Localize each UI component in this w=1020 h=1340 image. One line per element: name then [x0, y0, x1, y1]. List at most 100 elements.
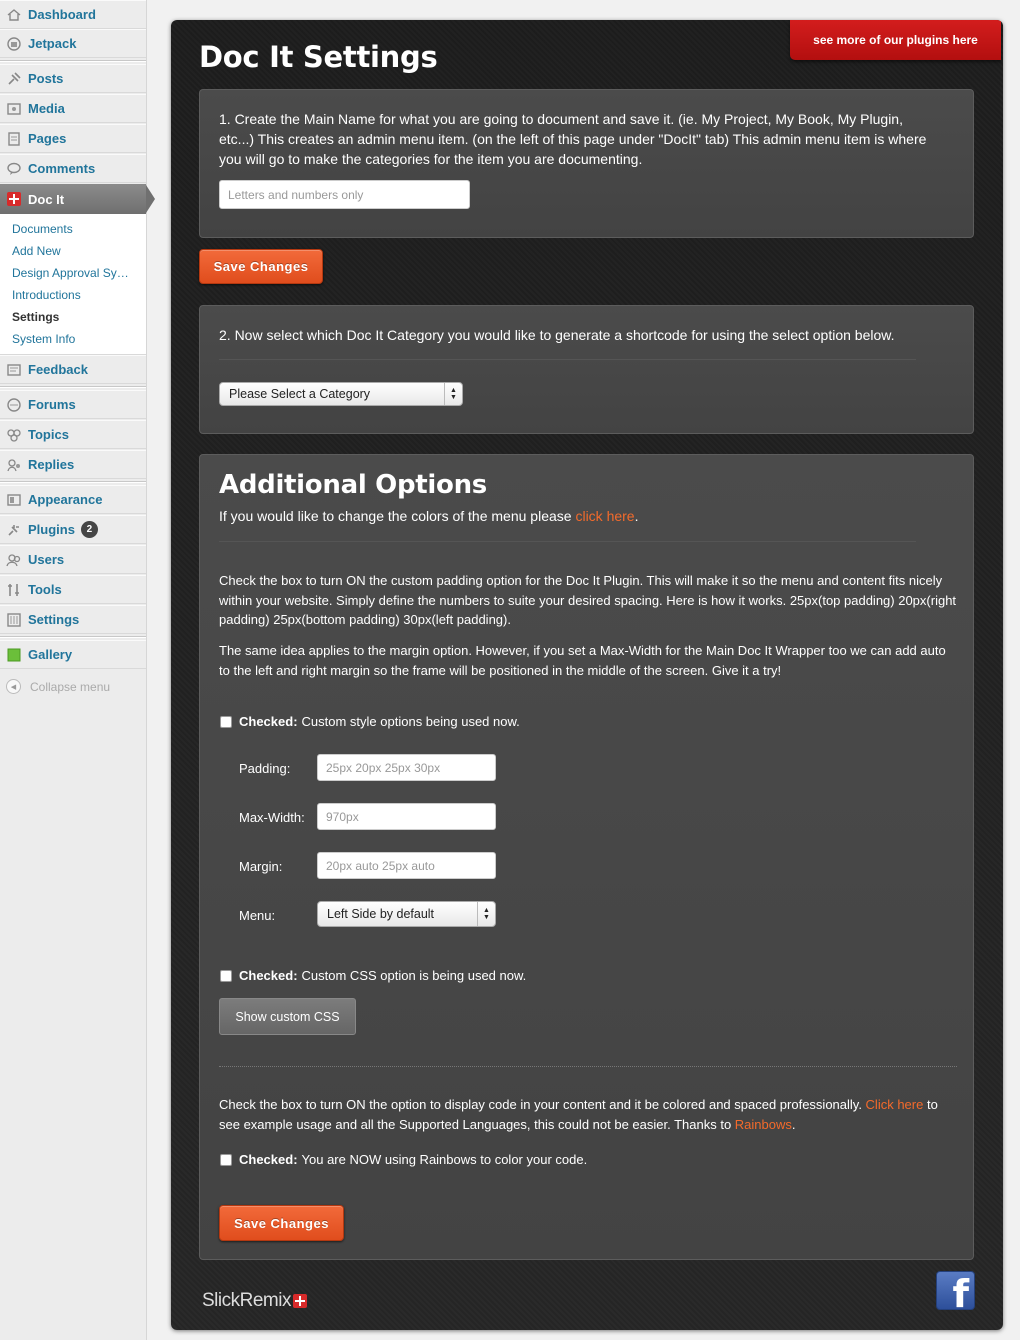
feedback-icon — [6, 362, 22, 378]
sidebar-item-dashboard[interactable]: Dashboard — [0, 0, 146, 29]
see-more-plugins-link[interactable]: see more of our plugins here — [790, 20, 1001, 60]
sidebar-separator — [0, 60, 146, 62]
sidebar-item-label: Jetpack — [28, 36, 77, 51]
sidebar-item-replies[interactable]: Replies — [0, 450, 146, 479]
sidebar-item-pages[interactable]: Pages — [0, 124, 146, 153]
margin-input[interactable]: 20px auto 25px auto — [317, 852, 496, 879]
main-name-input[interactable]: Letters and numbers only — [219, 180, 470, 209]
menu-position-value: Left Side by default — [327, 907, 435, 921]
forums-icon — [6, 397, 22, 413]
facebook-glyph: f — [952, 1272, 969, 1310]
sidebar-item-feedback[interactable]: Feedback — [0, 355, 146, 384]
divider — [219, 541, 916, 542]
jetpack-icon — [6, 36, 22, 52]
submenu-item-settings[interactable]: Settings — [12, 310, 59, 324]
sidebar-item-media[interactable]: Media — [0, 94, 146, 123]
sidebar-separator — [0, 636, 146, 638]
slickremix-cross-icon — [292, 1294, 307, 1308]
sidebar-separator — [0, 386, 146, 388]
sidebar-item-topics[interactable]: Topics — [0, 420, 146, 449]
margin-description: The same idea applies to the margin opti… — [219, 643, 946, 678]
menu-colors-link[interactable]: click here — [575, 508, 634, 524]
slickremix-logo-text: SlickRemix — [202, 1290, 291, 1311]
menu-position-select[interactable]: Left Side by default ▲ ▼ — [317, 901, 496, 927]
custom-css-checkbox[interactable] — [220, 969, 232, 982]
category-select[interactable]: Please Select a Category ▲ ▼ — [219, 382, 463, 406]
sidebar-item-label: Posts — [28, 71, 64, 86]
divider — [219, 1066, 957, 1067]
plugins-icon — [6, 522, 22, 538]
sidebar-item-users[interactable]: Users — [0, 545, 146, 574]
main-name-box: 1. Create the Main Name for what you are… — [199, 89, 974, 238]
custom-css-text: Custom CSS option is being used now. — [301, 968, 527, 983]
topics-icon — [6, 427, 22, 443]
submenu-item-design-approval[interactable]: Design Approval Sy… — [12, 266, 129, 280]
padding-label: Padding: — [239, 761, 291, 776]
menu-colors-intro: If you would like to change the colors o… — [219, 506, 638, 526]
submenu-item-add-new[interactable]: Add New — [12, 244, 61, 258]
sidebar-item-label: Tools — [28, 582, 62, 597]
rainbows-text: You are NOW using Rainbows to color your… — [301, 1152, 588, 1167]
save-changes-button[interactable]: Save Changes — [199, 249, 323, 284]
pages-icon — [6, 131, 22, 147]
custom-style-option: Checked: Custom style options being used… — [220, 714, 520, 729]
sidebar-item-label: Media — [28, 101, 65, 116]
slickremix-logo[interactable]: SlickRemix — [202, 1290, 307, 1312]
sidebar-item-jetpack[interactable]: Jetpack — [0, 29, 146, 58]
submenu-item-introductions[interactable]: Introductions — [12, 288, 81, 302]
custom-css-option: Checked: Custom CSS option is being used… — [220, 968, 526, 983]
sidebar-item-appearance[interactable]: Appearance — [0, 485, 146, 514]
sidebar-item-plugins[interactable]: Plugins 2 — [0, 515, 146, 544]
docit-cross-icon — [6, 191, 22, 207]
category-select-box: 2. Now select which Doc It Category you … — [199, 305, 974, 434]
sidebar-item-label: Gallery — [28, 647, 73, 662]
pin-icon — [6, 71, 22, 87]
margin-label: Margin: — [239, 859, 283, 874]
additional-options-box: Additional Options If you would like to … — [199, 454, 974, 1260]
menu-colors-intro-text: If you would like to change the colors o… — [219, 508, 576, 524]
sidebar-item-comments[interactable]: Comments — [0, 154, 146, 183]
sidebar-item-label: Comments — [28, 161, 96, 176]
save-changes-bottom-button[interactable]: Save Changes — [219, 1205, 344, 1241]
sidebar-item-label: Dashboard — [28, 7, 96, 22]
sidebar-item-label: Feedback — [28, 362, 88, 377]
facebook-icon[interactable]: f — [936, 1271, 975, 1310]
docit-settings-panel: see more of our plugins here Doc It Sett… — [171, 20, 1003, 1330]
divider — [219, 359, 916, 360]
max-width-label: Max-Width: — [239, 810, 305, 825]
sidebar-item-label: Pages — [28, 131, 67, 146]
rainbows-checkbox[interactable] — [220, 1153, 232, 1166]
padding-description: Check the box to turn ON the custom padd… — [219, 573, 957, 627]
sidebar-item-gallery[interactable]: Gallery — [0, 640, 146, 669]
custom-style-checkbox[interactable] — [220, 715, 232, 728]
rainbows-link[interactable]: Rainbows — [735, 1117, 792, 1132]
page-title: Doc It Settings — [199, 40, 438, 74]
sidebar-item-label: Settings — [28, 612, 80, 627]
submenu-item-documents[interactable]: Documents — [12, 222, 73, 236]
sidebar-item-forums[interactable]: Forums — [0, 390, 146, 419]
category-select-instructions: 2. Now select which Doc It Category you … — [219, 327, 895, 343]
rainbows-examples-link[interactable]: Click here — [866, 1097, 924, 1112]
sidebar-item-label: Doc It — [28, 191, 65, 207]
show-custom-css-button[interactable]: Show custom CSS — [219, 998, 356, 1035]
sidebar-item-tools[interactable]: Tools — [0, 575, 146, 604]
select-arrows-icon: ▲ ▼ — [444, 383, 462, 405]
sidebar-item-label: Topics — [28, 427, 69, 442]
sidebar-item-docit[interactable]: Doc It — [0, 184, 146, 214]
max-width-input[interactable]: 970px — [317, 803, 496, 830]
additional-options-title: Additional Options — [219, 470, 487, 500]
replies-icon — [6, 457, 22, 473]
sidebar-separator — [0, 481, 146, 483]
rainbows-option: Checked: You are NOW using Rainbows to c… — [220, 1152, 587, 1167]
menu-label: Menu: — [239, 908, 276, 923]
sidebar-item-settings[interactable]: Settings — [0, 605, 146, 634]
media-icon — [6, 101, 22, 117]
collapse-menu-button[interactable]: ◀ Collapse menu — [6, 679, 110, 694]
docit-submenu: Documents Add New Design Approval Sy… In… — [0, 214, 146, 355]
sidebar-item-posts[interactable]: Posts — [0, 64, 146, 93]
collapse-menu-label: Collapse menu — [30, 679, 111, 694]
current-menu-arrow — [146, 185, 155, 213]
submenu-item-system-info[interactable]: System Info — [12, 332, 75, 346]
checked-label: Checked: — [239, 968, 298, 983]
padding-input[interactable]: 25px 20px 25px 30px — [317, 754, 496, 781]
